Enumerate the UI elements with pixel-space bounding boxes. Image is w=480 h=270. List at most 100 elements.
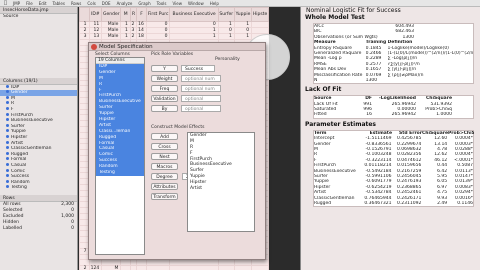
table-cell[interactable]	[251, 265, 269, 270]
column-header[interactable]: First Purc	[145, 7, 171, 22]
menu-item[interactable]: Cols	[87, 1, 95, 6]
table-cell[interactable]	[145, 265, 171, 270]
dialog-title: Model Specification	[89, 43, 265, 51]
menu-item[interactable]: Help	[210, 1, 219, 6]
effect-button-degree[interactable]: Degree	[151, 173, 178, 180]
columns-header[interactable]: Columns (19/1)	[0, 77, 77, 85]
column-name: Casual	[11, 162, 27, 168]
effects-label: Construct Model Effects	[151, 125, 205, 130]
dialog-column-item[interactable]: Testing	[96, 170, 144, 176]
whole-model-header[interactable]: Whole Model Test	[301, 14, 480, 22]
table-name[interactable]: InsecHorseData.jmp	[0, 7, 77, 14]
role-button-freq[interactable]: Freq	[151, 85, 178, 92]
columns-listbox[interactable]: 19 Columns ID# Gender M R F FirstPurch Busines…	[95, 57, 145, 255]
role-button-by[interactable]: By	[151, 105, 178, 112]
role-button-validation[interactable]: Validation	[151, 95, 178, 102]
column-name: Surfer	[11, 123, 25, 129]
menu-item[interactable]: Tools	[157, 1, 167, 6]
table-cell[interactable]: M	[101, 265, 122, 270]
column-header[interactable]: Hipste	[251, 7, 269, 22]
role-row: Validation optional	[151, 95, 263, 102]
column-name: F	[11, 106, 14, 112]
role-value-box[interactable]: optional	[181, 105, 221, 112]
continuous-icon	[6, 179, 9, 183]
column-header[interactable]: ID#	[88, 7, 103, 22]
role-value-box[interactable]: optional	[181, 95, 221, 102]
effects-buttons: AddCrossNestMacrosDegree2AttributesTrans…	[151, 133, 194, 203]
table-cell[interactable]	[136, 265, 147, 270]
rows-header[interactable]: Rows	[0, 194, 77, 202]
menu-item[interactable]: Tables	[53, 1, 65, 6]
role-value-box[interactable]: Success	[181, 65, 215, 72]
column-name: Rugged	[11, 151, 29, 157]
role-value-box[interactable]: optional num	[181, 75, 221, 82]
menu-item[interactable]: Rows	[71, 1, 81, 6]
menu-item[interactable]: Graph	[138, 1, 150, 6]
column-name: Random	[11, 179, 30, 185]
menu-item[interactable]: JMP	[13, 1, 20, 6]
column-name: Testing	[11, 185, 27, 191]
report-cell: 0.2311092	[396, 200, 422, 206]
menu-item[interactable]: Edit	[39, 1, 47, 6]
parameter-estimates-header[interactable]: Parameter Estimates	[301, 121, 480, 129]
menu-item[interactable]: DOE	[102, 1, 111, 6]
model-effect-item[interactable]: Artist	[188, 186, 254, 192]
role-row: Freq optional num	[151, 85, 263, 92]
column-header[interactable]: Surfer	[217, 7, 235, 22]
report-cell: Rugged	[314, 200, 332, 206]
table-cell[interactable]	[169, 265, 219, 270]
column-header[interactable]: Gender	[101, 7, 122, 22]
continuous-icon	[6, 157, 9, 161]
lack-of-fit-header[interactable]: Lack Of Fit	[301, 86, 480, 94]
continuous-icon	[6, 129, 9, 133]
effect-button-attributes[interactable]: Attributes	[151, 183, 178, 190]
effect-button-nest[interactable]: Nest	[151, 153, 178, 160]
report-cell: N	[314, 77, 318, 83]
table-cell[interactable]	[217, 265, 235, 270]
report-window: Nominal Logistic Fit for Success Whole M…	[300, 7, 480, 270]
column-name: Yuppie	[11, 129, 26, 135]
table-cell[interactable]	[233, 265, 253, 270]
column-name: R	[11, 101, 15, 107]
column-header[interactable]: Business Executive	[169, 7, 219, 22]
column-header[interactable]	[79, 7, 90, 22]
role-button-weight[interactable]: Weight	[151, 75, 178, 82]
menu-item[interactable]: Analyze	[117, 1, 133, 6]
table-row: 2 124 M	[79, 265, 269, 270]
effect-button-add[interactable]: Add	[151, 133, 178, 140]
column-header[interactable]: F	[136, 7, 147, 22]
column-name: Success	[11, 174, 30, 180]
continuous-icon	[6, 112, 9, 116]
report-cell: 265.96942	[391, 112, 416, 118]
model-effects-listbox[interactable]: Gender M R F FirstPurch BusinessExecutive Surf…	[187, 132, 255, 232]
report-cell	[388, 78, 473, 83]
measure-row: N 1300	[314, 78, 473, 83]
role-button-y[interactable]: Y	[151, 65, 178, 72]
report-title[interactable]: Nominal Logistic Fit for Success	[301, 7, 480, 14]
row-stat-label: Labelled	[3, 225, 23, 231]
role-value-box[interactable]: optional num	[181, 85, 221, 92]
menu-item[interactable]: Window	[188, 1, 204, 6]
whole-model-box: AICc 604.493 BIC 682.463 Observations (or Su…	[313, 23, 474, 85]
effect-button-cross[interactable]: Cross	[151, 143, 178, 150]
parameter-estimates-box: TermEstimateStd ErrorChiSquareProb>ChiSq…	[313, 129, 474, 208]
effect-button-macros[interactable]: Macros	[151, 163, 178, 170]
menu-item[interactable]: View	[172, 1, 182, 6]
continuous-icon	[6, 162, 9, 166]
effect-button-transform[interactable]: Transform	[151, 193, 178, 200]
close-icon[interactable]	[91, 44, 97, 50]
table-cell[interactable]: 2	[79, 265, 90, 270]
continuous-icon	[6, 146, 9, 150]
continuous-icon	[6, 123, 9, 127]
table-panel: InsecHorseData.jmp Source Columns (19/1)…	[0, 7, 78, 270]
menu-item[interactable]: 	[4, 0, 7, 6]
table-cell[interactable]	[120, 265, 131, 270]
menu-item[interactable]: File	[26, 1, 33, 6]
column-header[interactable]: Yuppie	[233, 7, 253, 22]
column-header[interactable]: M	[120, 7, 131, 22]
lack-of-fit-box: Source DF -LogLikelihood ChiSquare Lack Of …	[313, 95, 474, 119]
report-cell: Fitted	[314, 112, 327, 118]
row-stats: All rows 2,300 Selected 0 Excluded 1,000 Hidde…	[0, 202, 77, 232]
table-cell[interactable]: 124	[88, 265, 103, 270]
lof-row: Fitted 16 265.96942 1.0000	[314, 112, 473, 117]
